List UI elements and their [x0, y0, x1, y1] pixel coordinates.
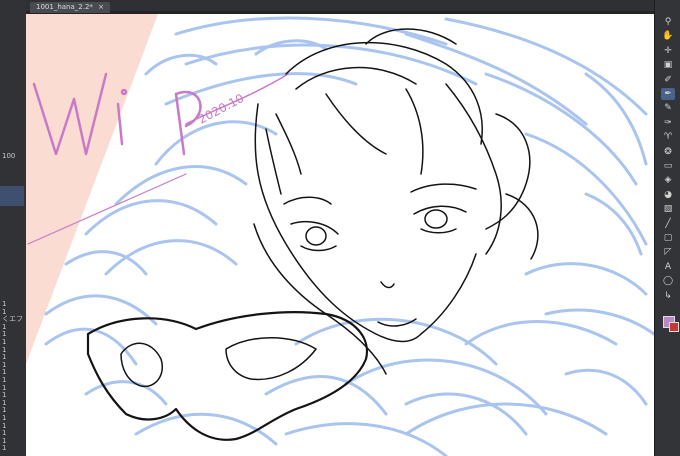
blend-tool-icon[interactable]: ◈ — [661, 174, 675, 186]
zoom-value[interactable]: 100 — [0, 150, 26, 162]
left-panel-row[interactable]: 1 — [0, 444, 26, 452]
blue-sketch-layer — [44, 16, 654, 456]
frame-tool-icon[interactable]: ▢ — [661, 232, 675, 244]
document-tab-label: 1001_hana_2.2* — [36, 3, 93, 11]
artwork: 2020.10 — [26, 14, 654, 456]
document-tab-strip: 1001_hana_2.2* × — [26, 0, 654, 14]
fill-tool-icon[interactable]: ◕ — [661, 189, 675, 201]
figure-tool-icon[interactable]: ╱ — [661, 218, 675, 230]
zoom-tool-icon[interactable]: ⚲ — [661, 16, 675, 28]
eyedropper-icon[interactable]: ✐ — [661, 74, 675, 86]
eraser-tool-icon[interactable]: ▭ — [661, 160, 675, 172]
text-tool-icon[interactable]: A — [661, 261, 675, 273]
tab-close-icon[interactable]: × — [98, 3, 104, 11]
drawing-canvas[interactable]: 2020.10 — [26, 14, 654, 456]
selected-layer-row[interactable] — [0, 186, 24, 206]
correct-line-tool-icon[interactable]: ↳ — [661, 290, 675, 302]
ruler-tool-icon[interactable]: ◸ — [661, 246, 675, 258]
left-panel: 100 1 1 くエフ 1 1 1 1 1 1 1 1 1 1 1 1 1 1 1 1 1 — [0, 0, 27, 456]
peach-background — [26, 14, 158, 364]
gradient-tool-icon[interactable]: ▧ — [661, 203, 675, 215]
hand-tool-icon[interactable]: ✋ — [661, 30, 675, 42]
pen-tool-icon[interactable]: ✒ — [661, 88, 675, 100]
sub-color-swatch[interactable] — [669, 322, 679, 332]
decoration-tool-icon[interactable]: ❂ — [661, 146, 675, 158]
pencil-tool-icon[interactable]: ✎ — [661, 102, 675, 114]
brush-tool-icon[interactable]: ✑ — [661, 117, 675, 129]
airbrush-tool-icon[interactable]: ♈ — [661, 131, 675, 143]
tool-palette: ⚲ ✋ ✛ ▣ ✐ ✒ ✎ ✑ ♈ ❂ ▭ ◈ ◕ ▧ ╱ ▢ ◸ A ◯ ↳ — [654, 0, 680, 456]
document-tab[interactable]: 1001_hana_2.2* × — [30, 2, 111, 13]
move-layer-icon[interactable]: ✛ — [661, 45, 675, 57]
balloon-tool-icon[interactable]: ◯ — [661, 275, 675, 287]
operation-tool-icon[interactable]: ▣ — [661, 59, 675, 71]
